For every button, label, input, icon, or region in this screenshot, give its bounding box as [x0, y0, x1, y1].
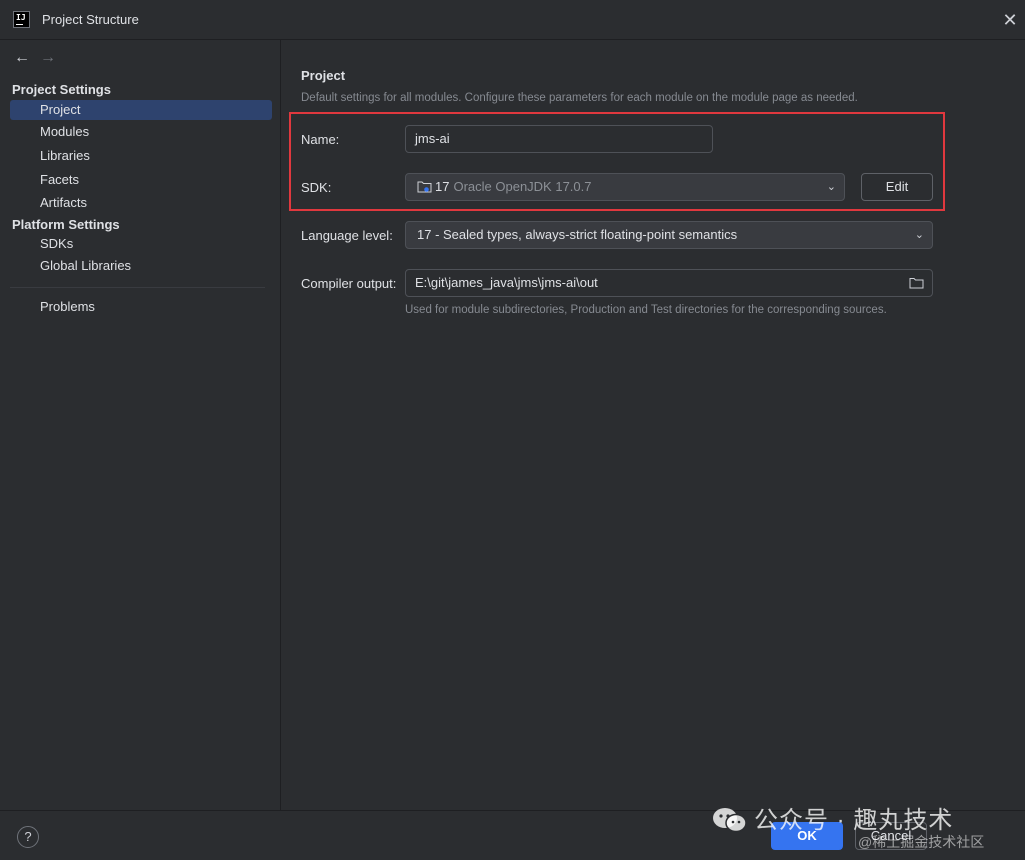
title-bar: IJ Project Structure ✕: [0, 0, 1025, 40]
main-panel: Project Default settings for all modules…: [282, 40, 1025, 810]
page-description: Default settings for all modules. Config…: [301, 92, 858, 104]
page-title: Project: [301, 68, 346, 83]
section-title-platform-settings: Platform Settings: [12, 217, 120, 232]
forward-arrow-icon[interactable]: →: [40, 49, 56, 67]
intellij-logo-icon: IJ: [13, 11, 30, 28]
compiler-output-value: E:\git\james_java\jms\jms-ai\out: [415, 275, 598, 290]
window-title: Project Structure: [42, 12, 139, 27]
sidebar-item-project[interactable]: Project: [10, 100, 272, 120]
help-button[interactable]: ?: [17, 826, 39, 848]
sdk-label: SDK:: [301, 180, 332, 195]
sidebar-item-problems[interactable]: Problems: [10, 297, 272, 317]
language-level-label: Language level:: [301, 228, 393, 243]
browse-folder-icon[interactable]: [909, 277, 924, 289]
sdk-select[interactable]: 17 Oracle OpenJDK 17.0.7 ⌄: [405, 173, 845, 201]
chevron-down-icon: ⌄: [914, 229, 924, 241]
watermark-juejin: @稀土掘金技术社区: [858, 834, 985, 850]
sidebar-item-global-libraries[interactable]: Global Libraries: [10, 256, 272, 276]
name-input[interactable]: jms-ai: [405, 125, 713, 153]
sidebar-item-sdks[interactable]: SDKs: [10, 234, 272, 254]
sdk-version: 17: [435, 179, 450, 194]
close-icon[interactable]: ✕: [1000, 10, 1020, 30]
compiler-output-input[interactable]: E:\git\james_java\jms\jms-ai\out: [405, 269, 933, 297]
back-arrow-icon[interactable]: ←: [14, 49, 30, 67]
compiler-output-hint: Used for module subdirectories, Producti…: [405, 304, 887, 316]
sidebar-item-facets[interactable]: Facets: [10, 170, 272, 190]
sidebar-item-libraries[interactable]: Libraries: [10, 146, 272, 166]
sdk-name: Oracle OpenJDK 17.0.7: [453, 179, 592, 194]
section-title-project-settings: Project Settings: [12, 82, 111, 97]
sidebar-divider: [10, 287, 265, 288]
name-label: Name:: [301, 132, 340, 147]
chevron-down-icon: ⌄: [826, 181, 836, 193]
wechat-icon: [713, 808, 747, 833]
sdk-folder-icon: [417, 181, 432, 193]
language-level-select[interactable]: 17 - Sealed types, always-strict floatin…: [405, 221, 933, 249]
sidebar: ← → Project Settings Project Modules Lib…: [0, 40, 281, 810]
sidebar-item-modules[interactable]: Modules: [10, 122, 272, 142]
language-level-value: 17 - Sealed types, always-strict floatin…: [417, 227, 738, 242]
watermark-wechat: 公众号 · 趣丸技术: [712, 800, 953, 835]
compiler-output-label: Compiler output:: [301, 276, 397, 291]
edit-sdk-button[interactable]: Edit: [861, 173, 933, 201]
sidebar-item-artifacts[interactable]: Artifacts: [10, 193, 272, 213]
